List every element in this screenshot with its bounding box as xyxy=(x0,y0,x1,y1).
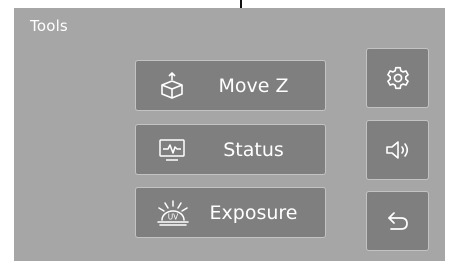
monitor-waveform-icon xyxy=(156,136,188,164)
top-marker-line xyxy=(240,0,242,8)
exposure-label: Exposure xyxy=(209,201,298,224)
settings-button[interactable] xyxy=(366,48,429,108)
status-button[interactable]: Status xyxy=(135,124,326,175)
move-z-button[interactable]: Move Z xyxy=(135,60,326,111)
status-label: Status xyxy=(223,138,284,161)
sound-button[interactable] xyxy=(366,120,429,180)
gear-icon xyxy=(385,65,411,91)
exposure-button[interactable]: UV Exposure xyxy=(135,187,326,238)
uv-lamp-icon: UV xyxy=(156,199,189,227)
back-arrow-icon xyxy=(385,209,411,233)
page-title: Tools xyxy=(30,17,68,35)
back-button[interactable] xyxy=(366,191,429,251)
speaker-icon xyxy=(384,137,412,163)
uv-icon-text: UV xyxy=(168,213,179,222)
tools-screen: Tools Move Z Status UV Exposure xyxy=(14,8,445,261)
cube-icon xyxy=(156,72,188,100)
move-z-label: Move Z xyxy=(218,74,289,97)
